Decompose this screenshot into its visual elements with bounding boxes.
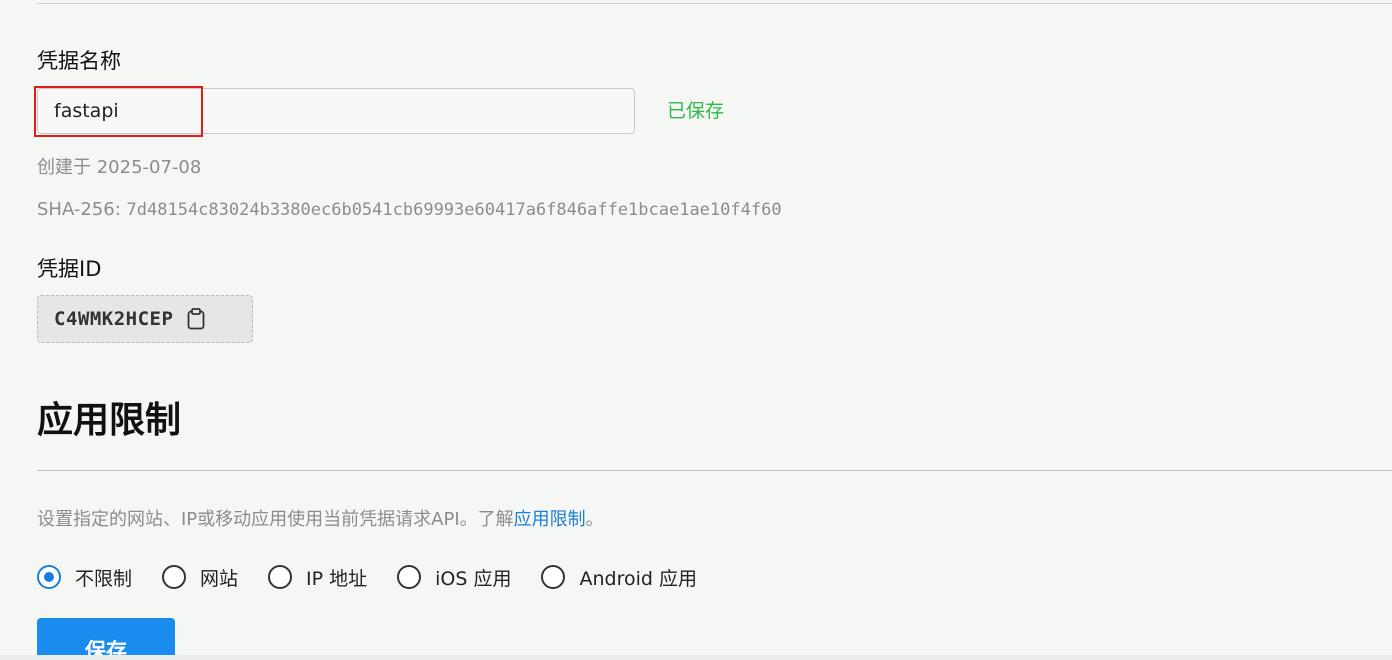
radio-option-android-app[interactable]: Android 应用 [541,564,697,591]
clipboard-icon[interactable] [187,308,205,330]
app-restrictions-description: 设置指定的网站、IP或移动应用使用当前凭据请求API。了解应用限制。 [37,505,604,531]
credential-name-field[interactable] [37,88,635,134]
radio-label: 网站 [200,567,239,590]
radio-label: iOS 应用 [435,567,512,590]
radio-button[interactable] [162,565,187,589]
sha256-value: 7d48154c83024b3380ec6b0541cb69993e60417a… [126,200,782,220]
description-suffix: 。 [585,509,604,530]
description-text: 设置指定的网站、IP或移动应用使用当前凭据请求API。了解 [37,509,514,530]
radio-option-unrestricted[interactable]: 不限制 [37,564,132,591]
created-date: 创建于 2025-07-08 [37,157,202,178]
credential-id-label: 凭据ID [37,257,102,281]
radio-label: IP 地址 [306,567,368,590]
bottom-strip [0,655,1392,660]
radio-option-ip-address[interactable]: IP 地址 [268,564,367,591]
radio-button[interactable] [541,565,566,589]
app-restrictions-link[interactable]: 应用限制 [514,509,586,530]
radio-label: Android 应用 [579,567,697,590]
credential-id-value: C4WMK2HCEP [54,308,174,330]
radio-button[interactable] [397,565,422,589]
restriction-radio-group: 不限制 网站 IP 地址 iOS 应用 Android 应用 [37,562,727,592]
top-divider [37,3,1392,4]
sha256-hash: SHA-256: 7d48154c83024b3380ec6b0541cb699… [37,199,782,220]
credential-settings-page: 凭据名称 已保存 创建于 2025-07-08 SHA-256: 7d48154… [0,0,1392,660]
credential-name-input[interactable] [38,89,634,133]
radio-option-website[interactable]: 网站 [162,564,238,591]
credential-id-chip[interactable]: C4WMK2HCEP [37,295,253,343]
radio-button-checked[interactable] [37,565,61,589]
section-divider [37,470,1392,471]
radio-option-ios-app[interactable]: iOS 应用 [397,564,511,591]
credential-name-label: 凭据名称 [37,49,121,73]
radio-button[interactable] [268,565,293,589]
saved-status: 已保存 [667,100,725,122]
save-button[interactable]: 保存 [37,618,175,660]
sha256-prefix: SHA-256: [37,199,127,220]
radio-label: 不限制 [75,567,133,590]
app-restrictions-title: 应用限制 [37,400,182,441]
